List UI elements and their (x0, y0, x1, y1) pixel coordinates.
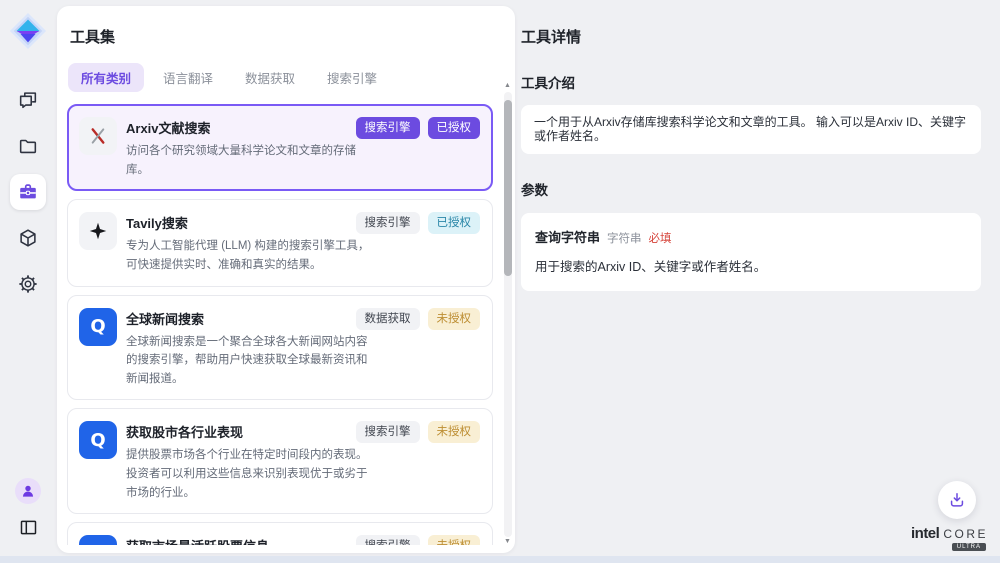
auth-badge: 未授权 (428, 535, 481, 545)
folder-icon[interactable] (10, 128, 46, 164)
param-name: 查询字符串 (535, 227, 600, 246)
tool-list: Arxiv文献搜索 搜索引擎 已授权 访问各个研究领域大量科学论文和文章的存储库… (67, 104, 501, 545)
tool-card[interactable]: Arxiv文献搜索 搜索引擎 已授权 访问各个研究领域大量科学论文和文章的存储库… (67, 104, 493, 191)
tool-details-panel: 工具详情 工具介绍 一个用于从Arxiv存储库搜索科学论文和文章的工具。 输入可… (521, 0, 981, 291)
tool-description: 全球新闻搜索是一个聚合全球各大新闻网站内容的搜索引擎，帮助用户快速获取全球最新资… (126, 333, 378, 389)
category-badge: 搜索引擎 (356, 535, 420, 545)
toolbox-icon[interactable] (10, 174, 46, 210)
sidebar (0, 0, 56, 556)
param-required-badge: 必填 (649, 230, 672, 246)
scroll-up-icon[interactable]: ▲ (504, 82, 511, 91)
tool-description: 提供股票市场各个行业在特定时间段内的表现。投资者可以利用这些信息来识别表现优于或… (126, 446, 378, 502)
auth-badge: 未授权 (428, 308, 481, 330)
intro-heading: 工具介绍 (521, 72, 981, 92)
chat-icon[interactable] (10, 82, 46, 118)
list-scrollbar[interactable]: ▲ ▼ (502, 82, 513, 547)
tools-panel: 工具集 所有类别语言翻译数据获取搜索引擎 Arxiv文献搜索 搜索引擎 已授权 … (57, 6, 515, 553)
panel-toggle-icon[interactable] (13, 512, 43, 542)
params-heading: 参数 (521, 179, 981, 199)
scrollbar-thumb[interactable] (504, 100, 512, 276)
category-badge: 搜索引擎 (356, 117, 420, 139)
auth-badge: 未授权 (428, 421, 481, 443)
tool-card[interactable]: Q 获取市场最活跃股票信息 搜索引擎 未授权 提供当天交易量最高的股票列表，投资… (67, 522, 493, 545)
ultra-badge: ULTRA (952, 543, 986, 551)
tab-所有类别[interactable]: 所有类别 (68, 63, 144, 92)
category-tabs: 所有类别语言翻译数据获取搜索引擎 (68, 63, 501, 92)
scroll-down-icon[interactable]: ▼ (504, 538, 511, 547)
tool-card[interactable]: Q 获取股市各行业表现 搜索引擎 未授权 提供股票市场各个行业在特定时间段内的表… (67, 408, 493, 514)
auth-badge: 已授权 (428, 212, 481, 234)
tool-description: 访问各个研究领域大量科学论文和文章的存储库。 (126, 142, 378, 179)
tab-语言翻译[interactable]: 语言翻译 (150, 63, 226, 92)
intel-wordmark: intel (911, 525, 939, 542)
tools-panel-title: 工具集 (70, 26, 501, 47)
intel-core-logo: intel core ULTRA (911, 525, 988, 551)
param-description: 用于搜索的Arxiv ID、关键字或作者姓名。 (535, 256, 967, 275)
app-logo-icon (9, 12, 47, 50)
category-badge: 数据获取 (356, 308, 420, 330)
window-bottom-strip (0, 556, 1000, 563)
tab-数据获取[interactable]: 数据获取 (232, 63, 308, 92)
q-blue-icon: Q (79, 421, 117, 459)
sidebar-nav (10, 82, 46, 302)
download-icon (947, 490, 967, 510)
core-wordmark: core (943, 527, 988, 541)
q-blue-icon: Q (79, 535, 117, 545)
scrollbar-track[interactable] (504, 92, 512, 537)
download-button[interactable] (938, 481, 976, 519)
tool-description: 专为人工智能代理 (LLM) 构建的搜索引擎工具，可快速提供实时、准确和真实的结… (126, 237, 378, 274)
param-type: 字符串 (607, 230, 642, 246)
auth-badge: 已授权 (428, 117, 481, 139)
param-card: 查询字符串 字符串 必填 用于搜索的Arxiv ID、关键字或作者姓名。 (521, 213, 981, 291)
star-icon (79, 212, 117, 250)
category-badge: 搜索引擎 (356, 212, 420, 234)
cube-icon[interactable] (10, 220, 46, 256)
details-title: 工具详情 (521, 26, 981, 47)
tool-card[interactable]: Q 全球新闻搜索 数据获取 未授权 全球新闻搜索是一个聚合全球各大新闻网站内容的… (67, 295, 493, 401)
tool-card[interactable]: Tavily搜索 搜索引擎 已授权 专为人工智能代理 (LLM) 构建的搜索引擎… (67, 199, 493, 286)
category-badge: 搜索引擎 (356, 421, 420, 443)
tab-搜索引擎[interactable]: 搜索引擎 (314, 63, 390, 92)
gear-icon[interactable] (10, 266, 46, 302)
q-blue-icon: Q (79, 308, 117, 346)
intro-text: 一个用于从Arxiv存储库搜索科学论文和文章的工具。 输入可以是Arxiv ID… (521, 105, 981, 154)
user-avatar[interactable] (15, 478, 41, 504)
arxiv-icon (79, 117, 117, 155)
